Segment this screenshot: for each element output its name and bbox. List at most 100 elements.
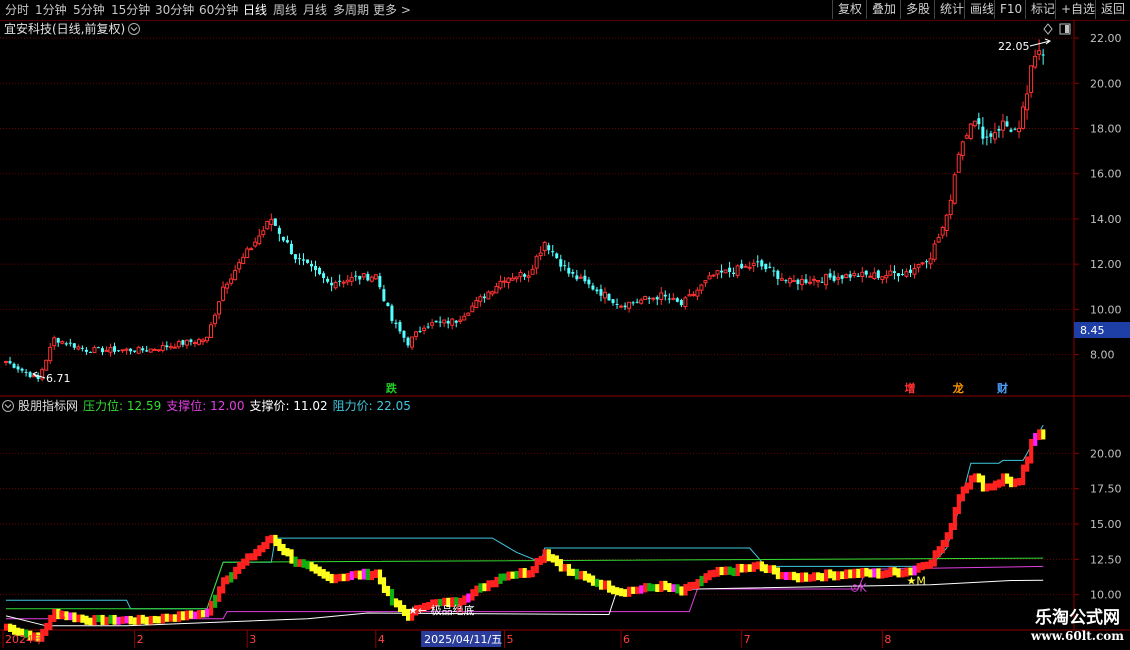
candle xyxy=(647,296,651,305)
indicator-block xyxy=(884,569,889,578)
candle xyxy=(458,315,463,325)
candle xyxy=(249,246,254,251)
indicator-block xyxy=(739,563,744,573)
candle xyxy=(28,370,32,379)
candle xyxy=(265,220,270,230)
event-marker[interactable]: 财 xyxy=(996,381,1008,395)
candle xyxy=(764,263,768,273)
indicator-y-tick: 17.50 xyxy=(1090,483,1122,496)
period-tab-9[interactable]: 多周期 xyxy=(333,2,369,18)
event-marker[interactable]: 增 xyxy=(905,381,916,395)
indicator-annotation: ⊙K xyxy=(850,582,867,595)
period-tab-10[interactable]: 更多 > xyxy=(373,2,411,18)
indicator-annotation: ★← 极品绝底 xyxy=(408,603,475,617)
indicator-block xyxy=(968,475,973,490)
candle xyxy=(80,345,84,352)
event-marker[interactable]: 龙 xyxy=(952,381,964,395)
candle xyxy=(720,264,724,279)
candle xyxy=(760,258,764,270)
window-toggle-icon-fill xyxy=(1065,25,1069,33)
toolbar-action-8[interactable]: 返回 xyxy=(1095,0,1130,19)
indicator-block xyxy=(466,593,471,603)
indicator-block xyxy=(731,567,736,577)
candle xyxy=(1009,127,1013,133)
candle xyxy=(732,267,736,277)
candle xyxy=(113,342,117,355)
toolbar-action-7[interactable]: +自选 xyxy=(1055,0,1095,19)
candle xyxy=(599,284,603,302)
candle xyxy=(735,264,740,279)
period-tab-5[interactable]: 60分钟 xyxy=(199,2,238,18)
candle xyxy=(68,338,72,347)
candle xyxy=(563,260,567,271)
indicator-block xyxy=(80,614,85,623)
candle xyxy=(310,260,314,272)
indicator-block xyxy=(715,566,720,577)
toolbar-action-5[interactable]: F10 xyxy=(994,0,1025,19)
indicator-block xyxy=(490,580,495,588)
period-tab-2[interactable]: 5分钟 xyxy=(73,2,105,18)
candle xyxy=(699,283,704,295)
event-marker[interactable]: 跌 xyxy=(386,381,398,395)
indicator-block xyxy=(988,483,994,491)
candle xyxy=(44,359,49,371)
candle xyxy=(643,295,648,300)
candle xyxy=(591,282,595,291)
candle xyxy=(587,276,591,289)
high-price-label: 22.05 xyxy=(998,40,1030,53)
toolbar-action-6[interactable]: 标记 xyxy=(1025,0,1055,19)
toolbar-action-4[interactable]: 画线 xyxy=(964,0,994,19)
period-tab-6[interactable]: 日线 xyxy=(243,2,267,18)
candle xyxy=(133,350,137,354)
indicator-block xyxy=(281,543,286,556)
indicator-block xyxy=(277,538,282,552)
indicator-panel-header: 股朋指标网 压力位: 12.59 支撑位: 12.00 支撑价: 11.02 阻力价: … xyxy=(2,398,411,413)
period-tab-8[interactable]: 月线 xyxy=(303,2,327,18)
indicator-block xyxy=(711,569,716,578)
chevron-down-icon[interactable] xyxy=(2,400,14,412)
indicator-block xyxy=(896,568,901,578)
indicator-block xyxy=(325,571,330,581)
indicator-block xyxy=(888,567,893,578)
indicator-block xyxy=(619,588,624,597)
candle xyxy=(390,303,394,324)
indicator-block xyxy=(397,600,403,612)
toolbar-action-2[interactable]: 多股 xyxy=(900,0,934,19)
toolbar-action-0[interactable]: 复权 xyxy=(832,0,866,19)
candle xyxy=(394,319,398,329)
candle xyxy=(1013,127,1017,131)
indicator-block xyxy=(474,585,479,597)
indicator-block xyxy=(707,570,712,581)
toolbar-action-1[interactable]: 叠加 xyxy=(866,0,900,19)
indicator-block xyxy=(88,617,93,626)
indicator-block xyxy=(225,575,230,585)
indicator-item-label-0: 压力位: xyxy=(83,398,123,413)
indicator-block xyxy=(1017,477,1022,486)
toolbar-action-3[interactable]: 统计 xyxy=(934,0,964,19)
candle xyxy=(860,266,865,283)
period-tab-3[interactable]: 15分钟 xyxy=(111,2,150,18)
indicator-block xyxy=(168,614,174,622)
candle xyxy=(297,253,301,265)
period-tab-1[interactable]: 1分钟 xyxy=(35,2,67,18)
indicator-block xyxy=(635,586,640,594)
candle xyxy=(972,120,977,128)
period-tab-7[interactable]: 周线 xyxy=(273,2,297,18)
indicator-block xyxy=(108,614,113,624)
indicator-block xyxy=(333,574,338,584)
diamond-icon[interactable] xyxy=(1043,23,1053,35)
candle xyxy=(466,312,471,317)
indicator-block xyxy=(510,571,515,579)
chevron-down-icon[interactable] xyxy=(128,23,140,35)
indicator-block xyxy=(944,532,949,548)
indicator-block xyxy=(530,566,535,578)
indicator-block xyxy=(876,568,881,579)
indicator-block xyxy=(1041,429,1046,440)
period-tab-0[interactable]: 分时 xyxy=(5,2,29,18)
candle xyxy=(117,350,121,352)
candle xyxy=(538,246,543,261)
time-axis: 2024年 2 3 4 5 6 7 8 2025/04/11/五 xyxy=(2,630,891,648)
candle xyxy=(152,347,157,351)
candle xyxy=(542,241,547,256)
period-tab-4[interactable]: 30分钟 xyxy=(155,2,194,18)
